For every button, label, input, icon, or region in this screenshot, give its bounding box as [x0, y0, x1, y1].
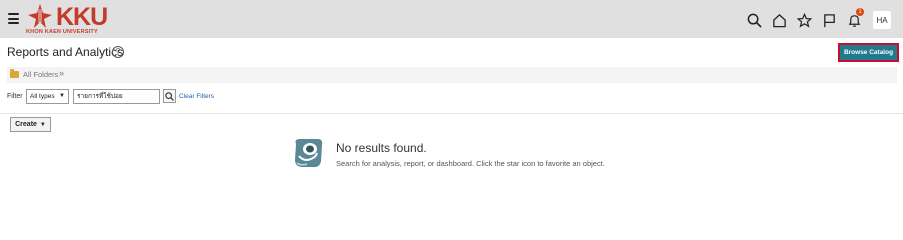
- empty-state-message: Search for analysis, report, or dashboar…: [336, 159, 605, 168]
- home-icon[interactable]: [769, 10, 789, 30]
- flag-icon[interactable]: [819, 10, 839, 30]
- create-button-label: Create: [15, 121, 37, 128]
- breadcrumb: All Folders »: [7, 67, 897, 83]
- help-icon[interactable]: ?: [112, 46, 124, 58]
- star-icon[interactable]: [794, 10, 814, 30]
- logo-text: KKU: [56, 3, 108, 31]
- caret-down-icon: ▼: [39, 121, 46, 128]
- filter-label: Filter: [7, 93, 23, 100]
- clear-filters-link[interactable]: Clear Filters: [179, 93, 214, 100]
- search-button[interactable]: [163, 89, 176, 103]
- user-avatar[interactable]: HA: [873, 11, 891, 29]
- empty-state-title: No results found.: [336, 141, 427, 155]
- top-bar: KKU KHON KAEN UNIVERSITY 1 HA: [0, 0, 903, 38]
- search-icon[interactable]: [744, 10, 764, 30]
- search-icon: [165, 91, 174, 101]
- type-select-value: All types: [30, 93, 55, 100]
- chevron-down-icon: ▼: [59, 93, 65, 99]
- browse-catalog-button[interactable]: Browse Catalog: [838, 43, 899, 62]
- kku-emblem-icon: [28, 4, 52, 28]
- logo-subtitle: KHON KAEN UNIVERSITY: [26, 29, 98, 35]
- breadcrumb-all-folders[interactable]: All Folders: [23, 70, 58, 79]
- menu-icon[interactable]: [8, 13, 19, 24]
- header-actions: 1 HA: [739, 8, 891, 30]
- kku-logo[interactable]: KKU KHON KAEN UNIVERSITY: [26, 3, 108, 36]
- page-title: Reports and Analytics: [7, 45, 124, 59]
- folder-icon: [10, 69, 19, 78]
- notification-badge: 1: [856, 8, 864, 16]
- divider: [0, 113, 903, 114]
- empty-state-illustration: [291, 136, 325, 170]
- type-select[interactable]: All types ▼: [26, 89, 69, 104]
- search-input[interactable]: รายการที่ใช้บ่อย: [73, 89, 160, 104]
- chevron-right-icon[interactable]: »: [59, 68, 64, 78]
- bell-icon[interactable]: 1: [844, 8, 864, 30]
- create-button[interactable]: Create ▼: [10, 117, 51, 132]
